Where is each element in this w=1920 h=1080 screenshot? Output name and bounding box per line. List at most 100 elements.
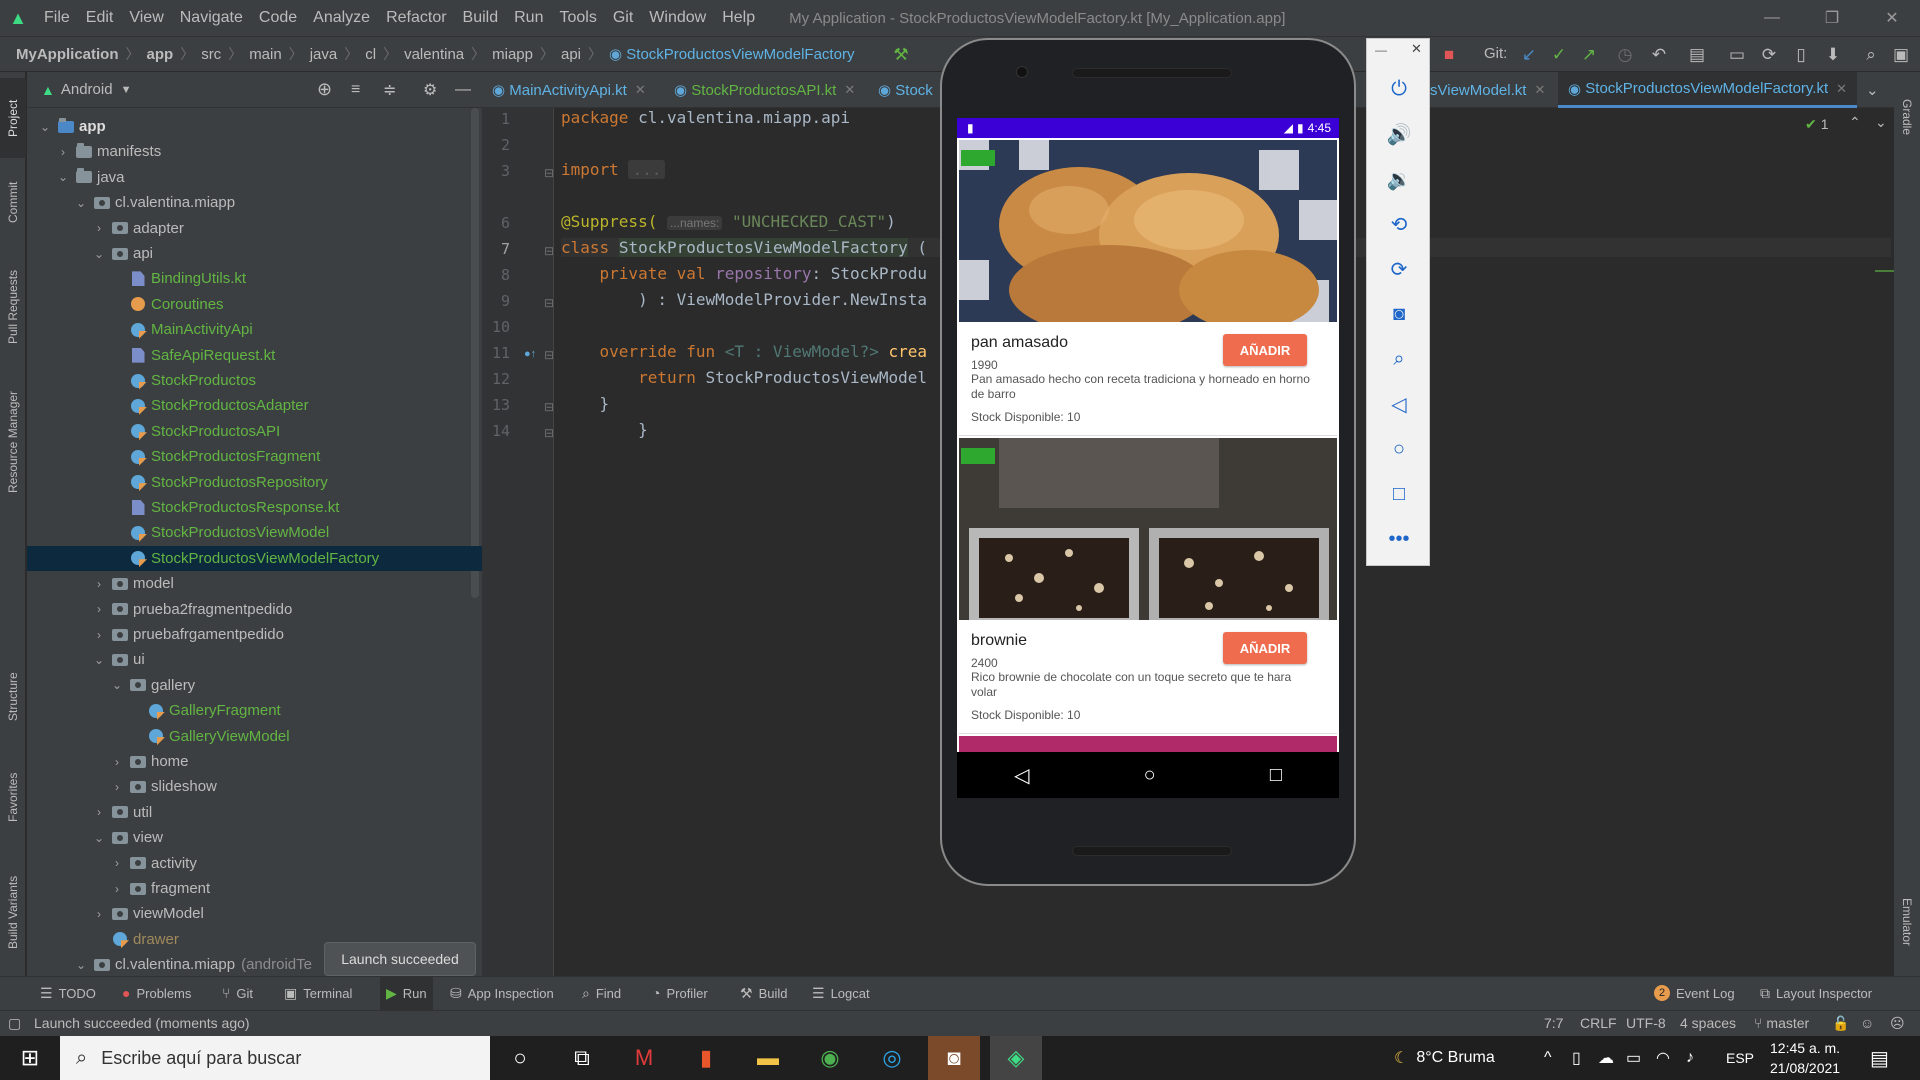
- tab-favorites[interactable]: Favorites: [0, 752, 26, 842]
- caret-position[interactable]: 7:7: [1544, 1010, 1563, 1036]
- overview-icon[interactable]: □: [1367, 474, 1431, 514]
- taskbar-clock[interactable]: 12:45 a. m. 21/08/2021: [1770, 1036, 1840, 1080]
- tool-todo[interactable]: ☰ TODO: [40, 976, 96, 1010]
- chevron-right-icon[interactable]: ›: [91, 577, 107, 591]
- menu-window[interactable]: Window: [641, 9, 714, 27]
- tool-profiler[interactable]: ◔ Profiler: [652, 976, 708, 1010]
- indent-setting[interactable]: 4 spaces: [1680, 1010, 1736, 1036]
- menu-refactor[interactable]: Refactor: [378, 9, 454, 27]
- minimize-icon[interactable]: —: [1742, 0, 1802, 36]
- menu-analyze[interactable]: Analyze: [305, 9, 378, 27]
- tree-row[interactable]: ⌄ cl.valentina.miapp: [27, 190, 482, 215]
- nav-recents-icon[interactable]: □: [1270, 764, 1282, 787]
- tool-terminal[interactable]: ▣ Terminal: [284, 976, 352, 1010]
- tool-event-log[interactable]: 2 Event Log: [1654, 976, 1735, 1010]
- menu-build[interactable]: Build: [455, 9, 507, 27]
- tree-row[interactable]: › prueba2fragmentpedido: [27, 597, 482, 622]
- zoom-icon[interactable]: ⌕: [1367, 339, 1431, 379]
- chevron-right-icon[interactable]: ›: [109, 856, 125, 870]
- history-icon[interactable]: ◷: [1612, 42, 1638, 68]
- tree-row[interactable]: MainActivityApi: [27, 317, 482, 342]
- tabs-overflow-icon[interactable]: ⌄: [1866, 72, 1879, 108]
- cortana-icon[interactable]: ○: [494, 1036, 546, 1080]
- project-structure-icon[interactable]: ▤: [1684, 42, 1710, 68]
- menu-git[interactable]: Git: [605, 9, 641, 27]
- tab-mainactivityapi[interactable]: ◉ MainActivityApi.kt ✕: [492, 72, 646, 108]
- tray-device-icon[interactable]: ▯: [1572, 1036, 1581, 1080]
- fold-icon[interactable]: ⊟: [544, 426, 554, 440]
- tree-row[interactable]: ⌄ ui: [27, 647, 482, 672]
- tree-row[interactable]: › manifests: [27, 139, 482, 164]
- tab-stock[interactable]: ◉ Stock: [878, 72, 933, 108]
- breadcrumb-item[interactable]: main: [245, 46, 286, 63]
- git-branch[interactable]: ⑂ master: [1754, 1010, 1809, 1036]
- phone-screen[interactable]: ▮ ◢ ▮ 4:45 pan amasado 1990 Pan amasado …: [957, 118, 1339, 798]
- taskbar-search[interactable]: ⌕ Escribe aquí para buscar: [60, 1036, 490, 1080]
- project-view-selector[interactable]: Android: [61, 81, 113, 98]
- memory-indicator-icon[interactable]: ☺: [1860, 1010, 1874, 1036]
- tab-gradle[interactable]: Gradle: [1894, 82, 1920, 152]
- tree-row[interactable]: SafeApiRequest.kt: [27, 343, 482, 368]
- close-icon[interactable]: ✕: [844, 82, 855, 98]
- fold-icon[interactable]: ⊟: [544, 348, 554, 362]
- app-icon[interactable]: ◙: [928, 1036, 980, 1080]
- lock-icon[interactable]: 🔓: [1832, 1010, 1849, 1036]
- camera-icon[interactable]: ◙: [1367, 294, 1431, 334]
- tree-row[interactable]: ⌄ api: [27, 241, 482, 266]
- breadcrumb-item[interactable]: api: [557, 46, 585, 63]
- tree-row[interactable]: StockProductos: [27, 368, 482, 393]
- menu-help[interactable]: Help: [714, 9, 763, 27]
- settings-icon[interactable]: ▣: [1888, 42, 1914, 68]
- nav-home-icon[interactable]: ○: [1144, 764, 1156, 787]
- breadcrumb-item[interactable]: app: [143, 46, 178, 63]
- expand-all-icon[interactable]: ≡: [351, 81, 360, 99]
- chevron-right-icon[interactable]: ›: [91, 805, 107, 819]
- tree-row[interactable]: › slideshow: [27, 774, 482, 799]
- home-icon[interactable]: ○: [1367, 429, 1431, 469]
- tab-build-variants[interactable]: Build Variants: [0, 852, 26, 972]
- tree-row[interactable]: ⌄ view: [27, 825, 482, 850]
- search-icon[interactable]: ⌕: [1858, 42, 1884, 68]
- android-studio-taskbar-icon[interactable]: ◈: [990, 1036, 1042, 1080]
- office-icon[interactable]: ▮: [680, 1036, 732, 1080]
- tree-row[interactable]: ⌄ app: [27, 114, 482, 139]
- tab-stockproductosapi[interactable]: ◉ StockProductosAPI.kt ✕: [674, 72, 855, 108]
- tree-row[interactable]: › home: [27, 749, 482, 774]
- power-icon[interactable]: ⏻: [1367, 69, 1431, 109]
- fold-icon[interactable]: ⊟: [544, 166, 554, 180]
- tree-row[interactable]: › fragment: [27, 876, 482, 901]
- rotate-right-icon[interactable]: ⟳: [1367, 249, 1431, 289]
- rollback-icon[interactable]: ↶: [1646, 42, 1672, 68]
- tool-logcat[interactable]: ☰ Logcat: [812, 976, 870, 1010]
- chevron-right-icon[interactable]: ›: [91, 907, 107, 921]
- restore-icon[interactable]: ❐: [1802, 0, 1862, 36]
- menu-tools[interactable]: Tools: [551, 9, 604, 27]
- volume-up-icon[interactable]: 🔊: [1367, 114, 1431, 154]
- fold-icon[interactable]: ⊟: [544, 296, 554, 310]
- menu-code[interactable]: Code: [251, 9, 305, 27]
- back-icon[interactable]: ◁: [1367, 384, 1431, 424]
- tray-wifi-icon[interactable]: ◠: [1656, 1036, 1670, 1080]
- close-icon[interactable]: ✕: [1534, 82, 1545, 98]
- tree-row[interactable]: Coroutines: [27, 292, 482, 317]
- git-update-icon[interactable]: ↙: [1516, 42, 1542, 68]
- device-manager-icon[interactable]: ▭: [1724, 42, 1750, 68]
- breadcrumb-item[interactable]: valentina: [400, 46, 468, 63]
- tab-emulator[interactable]: Emulator: [1894, 882, 1920, 962]
- chevron-right-icon[interactable]: ›: [91, 221, 107, 235]
- folded-imports[interactable]: ...: [628, 160, 666, 179]
- chevron-down-icon[interactable]: ⌄: [73, 196, 89, 210]
- breadcrumb-item[interactable]: MyApplication: [12, 46, 123, 63]
- tree-row[interactable]: StockProductosViewModelFactory: [27, 545, 482, 571]
- next-highlight-icon[interactable]: ⌄: [1875, 114, 1887, 131]
- tree-row[interactable]: GalleryFragment: [27, 698, 482, 723]
- tree-row[interactable]: › adapter: [27, 216, 482, 241]
- chevron-down-icon[interactable]: ⌄: [73, 958, 89, 972]
- tree-row[interactable]: StockProductosFragment: [27, 444, 482, 469]
- prev-highlight-icon[interactable]: ⌃: [1849, 114, 1861, 131]
- tab-pull-requests[interactable]: Pull Requests: [0, 252, 26, 362]
- file-explorer-icon[interactable]: ▬: [742, 1036, 794, 1080]
- tree-row[interactable]: BindingUtils.kt: [27, 266, 482, 291]
- tree-row[interactable]: › util: [27, 800, 482, 825]
- gear-icon[interactable]: ⚙: [423, 80, 437, 100]
